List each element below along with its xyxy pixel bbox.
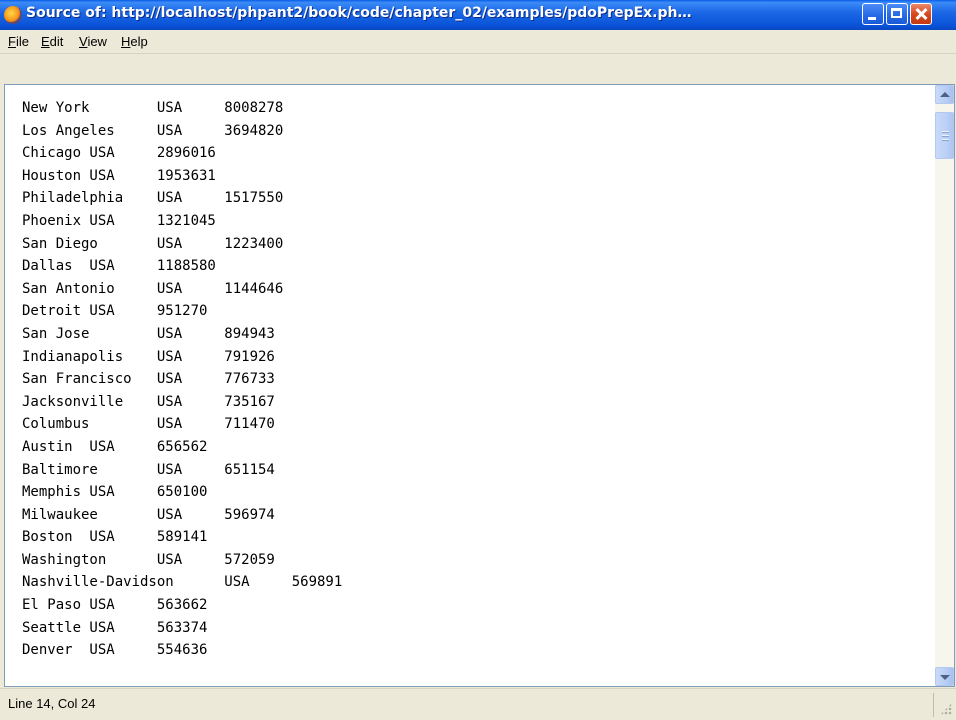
source-line: Phoenix USA 1321045 bbox=[22, 212, 216, 229]
minimize-button[interactable] bbox=[862, 3, 884, 25]
source-line: Baltimore USA 651154 bbox=[22, 461, 275, 478]
menu-bar: File Edit View Help bbox=[0, 30, 956, 54]
menu-edit-label: dit bbox=[49, 34, 64, 49]
source-line: Austin USA 656562 bbox=[22, 438, 208, 455]
source-line: New York USA 8008278 bbox=[22, 100, 284, 116]
scroll-thumb[interactable] bbox=[935, 112, 954, 159]
scroll-down-button[interactable] bbox=[935, 667, 954, 686]
source-line: Nashville-Davidson USA 569891 bbox=[22, 574, 343, 591]
title-bar[interactable]: Source of: http://localhost/phpant2/book… bbox=[0, 0, 956, 30]
source-line: Dallas USA 1188580 bbox=[22, 258, 216, 275]
window-title: Source of: http://localhost/phpant2/book… bbox=[26, 5, 692, 21]
source-line: Philadelphia USA 1517550 bbox=[22, 190, 284, 207]
menu-view-label: iew bbox=[87, 34, 107, 49]
menu-help[interactable]: Help bbox=[121, 34, 148, 49]
arrow-up-icon bbox=[940, 92, 950, 97]
arrow-down-icon bbox=[940, 675, 950, 680]
source-line: San Antonio USA 1144646 bbox=[22, 280, 284, 297]
source-line: Chicago USA 2896016 bbox=[22, 145, 216, 162]
source-line: San Diego USA 1223400 bbox=[22, 235, 284, 252]
source-line: Los Angeles USA 3694820 bbox=[22, 122, 284, 139]
menu-file-accel: F bbox=[8, 34, 16, 49]
status-bar: Line 14, Col 24 bbox=[0, 688, 956, 720]
resize-grip-icon[interactable] bbox=[940, 703, 952, 715]
firefox-icon[interactable] bbox=[4, 6, 22, 24]
source-line: San Jose USA 894943 bbox=[22, 325, 275, 342]
source-line: Detroit USA 951270 bbox=[22, 303, 208, 320]
status-divider bbox=[933, 693, 934, 717]
cursor-position: Line 14, Col 24 bbox=[8, 696, 96, 711]
source-line: Indianapolis USA 791926 bbox=[22, 348, 275, 365]
source-line: Washington USA 572059 bbox=[22, 551, 275, 568]
source-line: Seattle USA 563374 bbox=[22, 619, 208, 636]
source-line: Denver USA 554636 bbox=[22, 642, 208, 659]
grip-line bbox=[942, 131, 949, 133]
menu-help-label: elp bbox=[130, 34, 148, 49]
view-source-window: Source of: http://localhost/phpant2/book… bbox=[0, 0, 956, 720]
source-text[interactable]: New York USA 8008278 Los Angeles USA 369… bbox=[22, 97, 342, 662]
grip-line bbox=[942, 135, 949, 137]
menu-edit-accel: E bbox=[41, 34, 50, 49]
source-line: El Paso USA 563662 bbox=[22, 597, 208, 614]
grip-line bbox=[942, 139, 949, 141]
menu-file-label: ile bbox=[15, 34, 29, 49]
source-line: Boston USA 589141 bbox=[22, 529, 208, 546]
source-line: Houston USA 1953631 bbox=[22, 167, 216, 184]
source-line: Memphis USA 650100 bbox=[22, 484, 208, 501]
source-line: San Francisco USA 776733 bbox=[22, 371, 275, 388]
menu-view[interactable]: View bbox=[79, 34, 107, 49]
scroll-up-button[interactable] bbox=[935, 85, 954, 104]
close-button[interactable] bbox=[910, 3, 932, 25]
source-line: Columbus USA 711470 bbox=[22, 416, 275, 433]
menu-edit[interactable]: Edit bbox=[41, 34, 63, 49]
source-line: Jacksonville USA 735167 bbox=[22, 393, 275, 410]
menu-help-accel: H bbox=[121, 34, 131, 49]
source-line: Milwaukee USA 596974 bbox=[22, 506, 275, 523]
menu-file[interactable]: File bbox=[8, 34, 29, 49]
maximize-button[interactable] bbox=[886, 3, 908, 25]
vertical-scrollbar[interactable] bbox=[935, 85, 954, 686]
